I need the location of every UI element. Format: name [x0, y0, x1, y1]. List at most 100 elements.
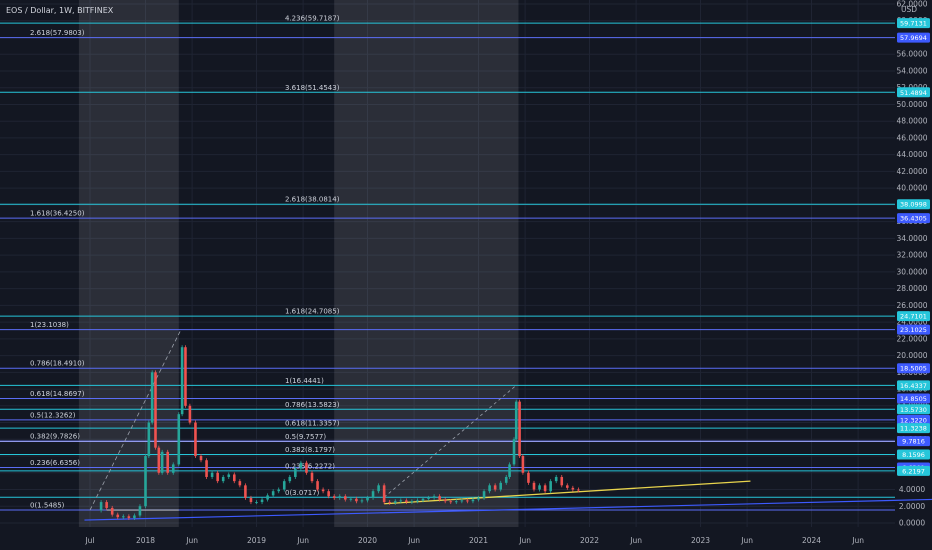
price-candle	[157, 447, 161, 473]
price-candle	[427, 497, 430, 499]
x-tick-label: Jun	[518, 536, 531, 545]
price-candle	[514, 401, 518, 440]
price-candle	[321, 489, 325, 492]
x-tick-label: Jun	[296, 536, 309, 545]
price-badge-text: 9.7816	[902, 438, 925, 446]
fib-label: 0.236(6.2272)	[285, 462, 335, 470]
fib-label: 0.618(14.8697)	[30, 390, 85, 398]
fib-label: 0.382(9.7826)	[30, 433, 80, 441]
highlight-band	[334, 0, 519, 527]
x-tick-label: 2021	[469, 536, 488, 545]
x-tick-label: 2020	[358, 536, 377, 545]
price-badge-text: 8.1596	[902, 451, 925, 459]
x-tick-label: 2022	[580, 536, 599, 545]
price-candle	[571, 487, 575, 490]
price-candle	[488, 485, 491, 492]
price-candle	[105, 502, 108, 508]
price-candle	[271, 491, 275, 496]
fib-label: 0.618(11.3357)	[285, 420, 340, 428]
y-tick-label: 54.0000	[896, 66, 927, 75]
price-candle	[512, 439, 516, 465]
price-candle	[416, 500, 419, 502]
price-badge-text: 11.3238	[900, 425, 927, 433]
price-candle	[554, 476, 558, 482]
price-candle	[233, 474, 236, 482]
y-tick-label: 0.0000	[899, 519, 925, 528]
price-badge-text: 6.2197	[902, 467, 925, 475]
x-tick-label: Jun	[629, 536, 642, 545]
price-candle	[238, 481, 242, 486]
price-candle	[443, 499, 447, 502]
price-candle	[154, 372, 157, 448]
x-tick-label: 2018	[136, 536, 155, 545]
y-tick-label: 20.0000	[896, 351, 927, 360]
price-candle	[377, 485, 380, 492]
price-candle	[521, 456, 525, 473]
x-tick-label: Jun	[851, 536, 864, 545]
fib-label: 0.236(6.6356)	[30, 459, 80, 467]
fib-label: 1(16.4441)	[285, 377, 324, 385]
price-candle	[349, 498, 353, 500]
price-candle	[277, 489, 280, 492]
y-tick-label: 40.0000	[896, 184, 927, 193]
y-tick-label: 50.0000	[896, 100, 927, 109]
y-tick-label: 46.0000	[896, 133, 927, 142]
x-tick-label: 2024	[802, 536, 821, 545]
price-badge-text: 24.7101	[900, 313, 927, 321]
price-candle	[538, 485, 541, 490]
price-candle	[166, 451, 169, 473]
x-tick-label: 2019	[247, 536, 266, 545]
price-candle	[504, 476, 508, 483]
price-candle	[493, 485, 497, 490]
y-tick-label: 4.0000	[899, 485, 925, 494]
y-tick-label: 34.0000	[896, 234, 927, 243]
fib-label: 1.618(36.4250)	[30, 210, 85, 218]
chart-title: EOS / Dollar, 1W, BITFINEX	[6, 6, 114, 15]
price-candle	[366, 497, 369, 501]
fib-label: 4.236(59.7187)	[285, 15, 340, 23]
price-candle	[305, 462, 308, 473]
price-candle	[210, 472, 214, 477]
price-candle	[127, 516, 131, 518]
y-tick-label: 22.0000	[896, 334, 927, 343]
fib-label: 0.5(9.7577)	[285, 433, 326, 441]
price-candle	[532, 482, 536, 490]
y-tick-label: 30.0000	[896, 267, 927, 276]
price-candle	[332, 496, 336, 498]
y-tick-label: 2.0000	[899, 502, 925, 511]
price-candle	[133, 515, 136, 518]
price-candle	[560, 476, 564, 486]
price-candle	[122, 516, 125, 518]
price-candle	[388, 502, 391, 504]
x-tick-label: 2023	[691, 536, 710, 545]
price-candle	[410, 501, 414, 503]
price-candle	[288, 476, 292, 482]
price-candle	[249, 497, 253, 503]
price-candle	[199, 456, 203, 461]
price-candle	[482, 491, 486, 498]
price-candle	[310, 472, 314, 482]
price-candle	[460, 500, 464, 502]
price-candle	[177, 414, 181, 465]
price-badge-text: 16.4337	[900, 382, 927, 390]
price-chart[interactable]: 4.236(59.7187) 2.618(57.9803) 3.618(51.454…	[0, 0, 932, 550]
price-candle	[355, 498, 358, 502]
price-candle	[338, 496, 342, 498]
price-candle	[188, 405, 192, 423]
price-candle	[543, 485, 547, 492]
currency-label: USD	[901, 5, 917, 14]
price-candle	[477, 497, 480, 500]
price-candle	[327, 491, 330, 497]
price-badge-text: 36.4305	[900, 215, 927, 223]
price-badge-text: 14.8505	[900, 395, 927, 403]
price-candle	[466, 500, 469, 502]
price-badge-text: 51.4894	[900, 89, 927, 97]
fib-label: 2.618(57.9803)	[30, 29, 85, 37]
price-badge-text: 18.5005	[900, 365, 927, 373]
price-candle	[518, 401, 521, 457]
x-tick-label: Jul	[84, 536, 94, 545]
fib-label: 1.618(24.7085)	[285, 308, 340, 316]
price-candle	[147, 422, 151, 457]
price-candle	[299, 462, 303, 469]
price-candle	[221, 476, 225, 482]
